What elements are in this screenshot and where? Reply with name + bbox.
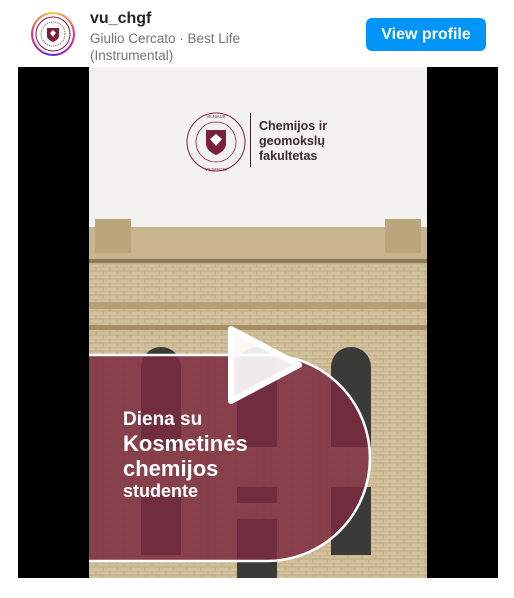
post-header: vu_chgf Giulio Cercato · Best Life (Inst… — [0, 0, 514, 66]
faculty-logo: VILNIAUS VILNENSIS Chemijos ir geomokslų… — [185, 111, 345, 173]
svg-text:VILNENSIS: VILNENSIS — [205, 167, 227, 172]
title-line-3: chemijos — [123, 456, 219, 481]
title-line-2: Kosmetinės — [123, 431, 248, 456]
video-frame: VILNIAUS VILNENSIS Chemijos ir geomokslų… — [89, 67, 427, 578]
university-seal-icon: VILNIAUS VILNENSIS — [186, 112, 246, 172]
title-line-1: Diena su — [123, 409, 203, 430]
svg-text:VILNIAUS: VILNIAUS — [206, 114, 225, 119]
video-title: Diena su Kosmetinės chemijos studente — [123, 408, 363, 502]
university-logo-icon — [33, 14, 73, 54]
title-line-4: studente — [123, 481, 199, 501]
faculty-name: Chemijos ir geomokslų fakultetas — [259, 119, 328, 163]
view-profile-button[interactable]: View profile — [366, 18, 486, 51]
video-player[interactable]: VILNIAUS VILNENSIS Chemijos ir geomokslų… — [18, 67, 498, 578]
play-icon — [228, 326, 302, 404]
avatar[interactable] — [31, 12, 75, 56]
play-button[interactable] — [225, 325, 305, 405]
logo-divider — [250, 113, 251, 167]
audio-track[interactable]: Giulio Cercato · Best Life (Instrumental… — [90, 30, 290, 64]
username[interactable]: vu_chgf — [90, 10, 151, 28]
